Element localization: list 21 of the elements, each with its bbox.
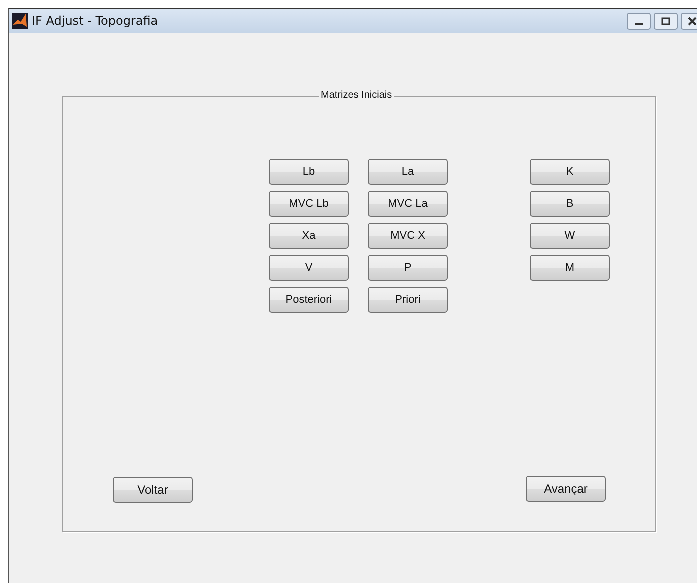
- matrix-button[interactable]: La: [368, 159, 448, 185]
- window-title: IF Adjust - Topografia: [32, 14, 158, 28]
- matrix-button[interactable]: Priori: [368, 287, 448, 313]
- matrix-button[interactable]: MVC Lb: [269, 191, 349, 217]
- matrix-button[interactable]: K: [530, 159, 610, 185]
- maximize-icon[interactable]: [654, 12, 678, 30]
- next-button[interactable]: Avançar: [526, 476, 606, 502]
- close-icon[interactable]: [681, 12, 697, 30]
- minimize-icon[interactable]: [627, 12, 651, 30]
- matrix-button[interactable]: P: [368, 255, 448, 281]
- matrix-button[interactable]: Posteriori: [269, 287, 349, 313]
- matrix-button[interactable]: MVC La: [368, 191, 448, 217]
- matrix-button[interactable]: Xa: [269, 223, 349, 249]
- matrix-button[interactable]: W: [530, 223, 610, 249]
- matrix-button[interactable]: Lb: [269, 159, 349, 185]
- back-button[interactable]: Voltar: [113, 477, 193, 503]
- matrix-button[interactable]: M: [530, 255, 610, 281]
- app-icon: [12, 13, 28, 29]
- matrix-button[interactable]: B: [530, 191, 610, 217]
- matrix-button[interactable]: MVC X: [368, 223, 448, 249]
- matrix-button[interactable]: V: [269, 255, 349, 281]
